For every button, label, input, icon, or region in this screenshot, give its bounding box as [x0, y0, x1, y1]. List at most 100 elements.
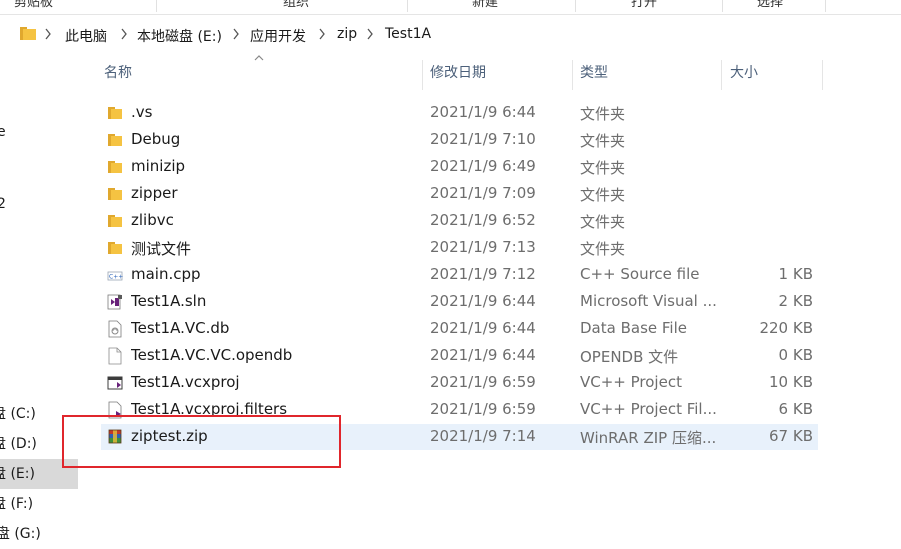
database-file-icon — [108, 320, 122, 338]
file-name: 测试文件 — [131, 240, 192, 258]
nav-item-drive-f[interactable]: 盘 (F:) — [0, 489, 78, 519]
column-divider[interactable] — [572, 60, 573, 90]
chevron-right-icon[interactable] — [232, 28, 240, 40]
file-row[interactable]: Test1A.VC.db 2021/1/9 6:44 Data Base Fil… — [101, 316, 818, 342]
ribbon-group-clipboard[interactable]: 剪贴板 — [14, 0, 53, 10]
column-divider[interactable] — [721, 60, 722, 90]
ribbon: 剪贴板 组织 新建 打开 选择 — [0, 0, 901, 15]
column-divider[interactable] — [822, 60, 823, 90]
folder-icon — [108, 161, 122, 173]
file-type: 文件夹 — [580, 213, 626, 231]
file-name: minizip — [131, 157, 186, 175]
file-date: 2021/1/9 6:44 — [430, 292, 536, 310]
file-size: 0 KB — [778, 346, 813, 364]
address-bar[interactable]: 此电脑 本地磁盘 (E:) 应用开发 zip Test1A — [0, 22, 901, 50]
sort-ascending-icon — [254, 55, 264, 61]
column-header-date[interactable]: 修改日期 — [430, 62, 486, 82]
file-row[interactable]: C++ main.cpp 2021/1/9 7:12 C++ Source fi… — [101, 262, 818, 288]
project-file-icon — [107, 376, 123, 390]
file-type: VC++ Project — [580, 373, 682, 391]
file-name: Test1A.vcxproj — [131, 373, 240, 391]
file-date: 2021/1/9 7:13 — [430, 238, 536, 256]
file-type: 文件夹 — [580, 159, 626, 177]
file-size: 2 KB — [778, 292, 813, 310]
file-name: Test1A.VC.db — [131, 319, 230, 337]
file-type: 文件夹 — [580, 240, 626, 258]
file-row[interactable]: .vs 2021/1/9 6:44 文件夹 — [101, 100, 818, 126]
column-header-size[interactable]: 大小 — [730, 62, 758, 82]
cpp-file-icon: C++ — [107, 271, 123, 281]
file-row[interactable]: Test1A.sln 2021/1/9 6:44 Microsoft Visua… — [101, 289, 818, 315]
column-divider[interactable] — [422, 60, 423, 90]
file-size: 6 KB — [778, 400, 813, 418]
svg-text:C++: C++ — [109, 274, 123, 281]
file-type: 文件夹 — [580, 105, 626, 123]
file-row[interactable]: Test1A.VC.VC.opendb 2021/1/9 6:44 OPENDB… — [101, 343, 818, 369]
ribbon-group-organize[interactable]: 组织 — [283, 0, 309, 10]
file-date: 2021/1/9 6:44 — [430, 319, 536, 337]
file-row[interactable]: Test1A.vcxproj 2021/1/9 6:59 VC++ Projec… — [101, 370, 818, 396]
ribbon-group-select[interactable]: 选择 — [757, 0, 783, 10]
file-date: 2021/1/9 6:59 — [430, 373, 536, 391]
solution-file-icon — [107, 294, 122, 310]
folder-icon — [108, 188, 122, 200]
column-header-name[interactable]: 名称 — [104, 62, 132, 82]
breadcrumb-zip[interactable]: zip — [337, 26, 357, 42]
file-date: 2021/1/9 6:44 — [430, 346, 536, 364]
file-type: Microsoft Visual ... — [580, 292, 717, 310]
nav-label-fragment[interactable]: 2 — [0, 196, 6, 212]
ribbon-divider — [156, 0, 157, 12]
file-size: 10 KB — [769, 373, 813, 391]
chevron-right-icon[interactable] — [366, 28, 374, 40]
nav-item-label: 盘 (F:) — [0, 496, 34, 512]
chevron-right-icon[interactable] — [120, 28, 128, 40]
nav-label-fragment[interactable]: e — [0, 124, 6, 140]
file-row[interactable]: zlibvc 2021/1/9 6:52 文件夹 — [101, 208, 818, 234]
nav-item-label: l盘 (G:) — [0, 526, 41, 542]
file-date: 2021/1/9 7:10 — [430, 130, 536, 148]
file-type: Data Base File — [580, 319, 687, 337]
ribbon-group-open[interactable]: 打开 — [631, 0, 657, 10]
breadcrumb-app-dev[interactable]: 应用开发 — [250, 26, 306, 46]
file-type: C++ Source file — [580, 265, 700, 283]
blank-file-icon — [108, 347, 122, 365]
file-date: 2021/1/9 6:44 — [430, 103, 536, 121]
file-size: 220 KB — [759, 319, 813, 337]
ribbon-divider — [407, 0, 408, 12]
file-type: 文件夹 — [580, 186, 626, 204]
file-row[interactable]: minizip 2021/1/9 6:49 文件夹 — [101, 154, 818, 180]
nav-item-label: 盘 (D:) — [0, 436, 37, 452]
file-row[interactable]: zipper 2021/1/9 7:09 文件夹 — [101, 181, 818, 207]
file-name: Test1A.sln — [131, 292, 207, 310]
breadcrumb-test1a[interactable]: Test1A — [385, 26, 431, 42]
file-name: Test1A.VC.VC.opendb — [131, 346, 293, 364]
file-row[interactable]: Debug 2021/1/9 7:10 文件夹 — [101, 127, 818, 153]
file-name: zipper — [131, 184, 178, 202]
file-date: 2021/1/9 6:49 — [430, 157, 536, 175]
file-name: zlibvc — [131, 211, 174, 229]
breadcrumb-drive-e[interactable]: 本地磁盘 (E:) — [137, 26, 222, 46]
chevron-right-icon[interactable] — [44, 28, 52, 40]
nav-item-drive-g[interactable]: l盘 (G:) — [0, 519, 78, 549]
folder-icon — [20, 27, 36, 40]
nav-item-label: 盘 (C:) — [0, 406, 36, 422]
ribbon-divider — [722, 0, 723, 12]
file-type: 文件夹 — [580, 132, 626, 150]
file-date: 2021/1/9 7:12 — [430, 265, 536, 283]
file-type: VC++ Project Fil... — [580, 400, 717, 418]
folder-icon — [108, 242, 122, 254]
chevron-right-icon[interactable] — [318, 28, 326, 40]
file-type: OPENDB 文件 — [580, 348, 679, 366]
file-date: 2021/1/9 6:59 — [430, 400, 536, 418]
column-header-type[interactable]: 类型 — [580, 62, 608, 82]
ribbon-divider — [575, 0, 576, 12]
ribbon-group-new[interactable]: 新建 — [472, 0, 498, 10]
file-name: Debug — [131, 130, 181, 148]
file-row[interactable]: 测试文件 2021/1/9 7:13 文件夹 — [101, 235, 818, 261]
folder-icon — [108, 134, 122, 146]
file-date: 2021/1/9 7:09 — [430, 184, 536, 202]
folder-icon — [108, 215, 122, 227]
file-date: 2021/1/9 6:52 — [430, 211, 536, 229]
breadcrumb-this-pc[interactable]: 此电脑 — [65, 26, 107, 46]
ribbon-divider — [825, 0, 826, 12]
